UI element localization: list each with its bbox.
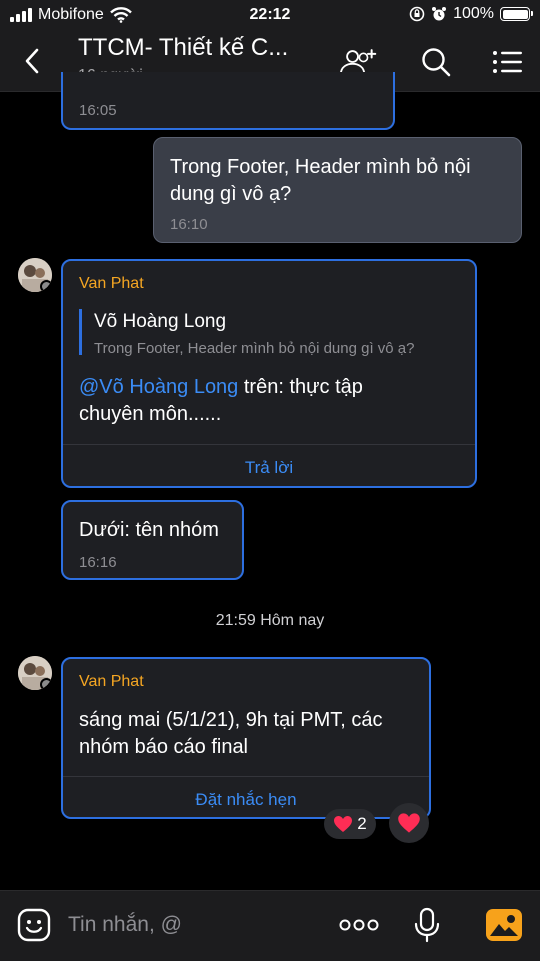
reaction-summary[interactable]: 2 [324, 809, 376, 839]
message-bubble[interactable]: Dưới: tên nhóm 16:16 [61, 500, 244, 580]
chat-title[interactable]: TTCM- Thiết kế C... [78, 34, 288, 62]
message-bubble-reply[interactable]: Van Phat Võ Hoàng Long Trong Footer, Hea… [61, 259, 477, 488]
bubble-divider [63, 776, 429, 777]
sticker-button[interactable] [14, 905, 54, 945]
orientation-lock-icon [409, 6, 425, 22]
member-badge-icon [40, 280, 52, 292]
microphone-icon [414, 907, 440, 943]
message-time: 16:05 [79, 102, 117, 119]
composer-bar: Tin nhắn, @ [0, 890, 540, 961]
more-dots-icon [339, 919, 379, 931]
member-badge-icon [40, 678, 52, 690]
battery-label: 100% [453, 5, 494, 22]
message-bubble-reminder[interactable]: Van Phat sáng mai (5/1/21), 9h tại PMT, … [61, 657, 431, 819]
search-icon [422, 48, 451, 77]
photo-icon [486, 909, 522, 941]
avatar[interactable] [18, 258, 52, 292]
voice-button[interactable] [407, 905, 447, 945]
quote-author: Võ Hoàng Long [94, 311, 227, 332]
reaction-count: 2 [357, 814, 367, 833]
search-button[interactable] [416, 42, 456, 82]
status-right: 100% [409, 5, 533, 23]
quote-bar [79, 309, 82, 355]
avatar[interactable] [18, 656, 52, 690]
sender-name[interactable]: Van Phat [79, 275, 144, 293]
sender-name[interactable]: Van Phat [79, 673, 144, 691]
battery-icon [500, 7, 533, 21]
gallery-button[interactable] [484, 905, 524, 945]
message-text: sáng mai (5/1/21), 9h tại PMT, các nhóm … [79, 709, 383, 758]
quote-text: Trong Footer, Header mình bỏ nội dung gì… [94, 340, 415, 357]
bubble-divider [63, 444, 475, 445]
mention-link[interactable]: @Võ Hoàng Long [79, 376, 238, 398]
day-separator: 21:59 Hôm nay [215, 612, 325, 629]
heart-icon [398, 813, 420, 833]
chevron-left-icon [25, 48, 39, 74]
message-bubble[interactable]: 16:05 [61, 72, 395, 130]
alarm-icon [432, 7, 447, 21]
more-options-button[interactable] [338, 905, 380, 945]
reply-button[interactable]: Trả lời [63, 458, 475, 478]
status-bar: Mobifone 22:12 100% [0, 0, 540, 30]
message-time: 16:16 [79, 554, 117, 571]
heart-icon [334, 816, 353, 832]
react-button[interactable] [389, 803, 429, 843]
message-text: Dưới: tên nhóm [79, 519, 219, 541]
set-reminder-button[interactable]: Đặt nhắc hẹn [63, 790, 429, 810]
menu-button[interactable] [488, 42, 528, 82]
message-text: @Võ Hoàng Long trên: thực tập chuyên môn… [79, 374, 409, 428]
emoji-icon [17, 908, 51, 942]
list-menu-icon [493, 51, 522, 73]
message-bubble-outgoing[interactable]: Trong Footer, Header mình bỏ nội dung gì… [153, 137, 522, 243]
back-button[interactable] [18, 44, 46, 78]
message-time: 16:10 [170, 216, 208, 233]
message-text: Trong Footer, Header mình bỏ nội dung gì… [170, 156, 471, 205]
message-input[interactable]: Tin nhắn, @ [68, 913, 182, 937]
